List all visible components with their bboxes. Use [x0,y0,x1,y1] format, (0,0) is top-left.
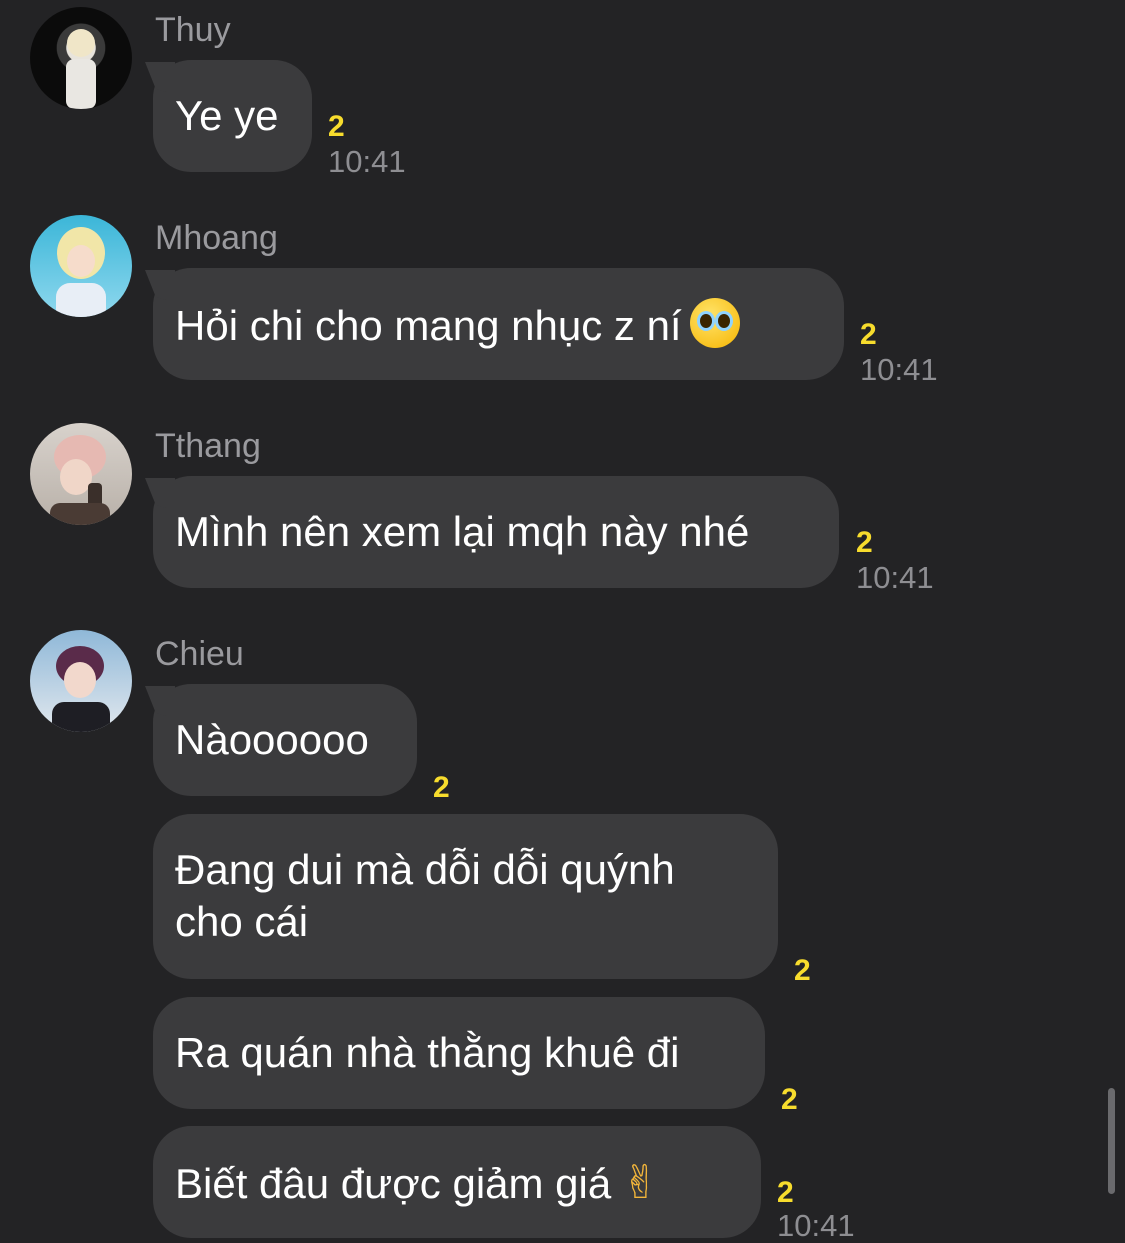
read-count: 2 [781,1083,798,1116]
message-text: Biết đâu được giảm giá [175,1160,612,1207]
avatar-mhoang-image [56,227,106,317]
read-count: 2 [794,954,811,987]
message-bubble[interactable]: Biết đâu được giảm giá ✌ [153,1126,761,1238]
avatar-chieu-image [52,646,110,732]
message-time: 10:41 [328,144,406,179]
read-count: 2 [777,1176,794,1209]
message-text: Ye ye [175,92,279,139]
sender-name: Thuy [155,11,231,49]
read-count: 2 [433,771,450,804]
message-bubble[interactable]: Đang dui mà dỗi dỗi quýnh cho cái [153,814,778,979]
read-count: 2 [328,110,345,143]
message-bubble[interactable]: Hỏi chi cho mang nhục z ní [153,268,844,380]
sender-name: Mhoang [155,219,278,257]
sender-name: Tthang [155,427,261,465]
message-time: 10:41 [777,1208,855,1243]
avatar-chieu[interactable] [30,630,132,732]
scrollbar[interactable] [1108,1088,1115,1194]
message-time: 10:41 [856,560,934,595]
crossed-fingers-emoji: ✌ [621,1156,660,1208]
avatar-tthang[interactable] [30,423,132,525]
avatar-tthang-image [50,435,110,525]
message-text-line: cho cái [175,898,309,945]
avatar-thuy-image [66,29,96,109]
pleading-face-emoji [689,298,740,348]
read-count: 2 [856,526,873,559]
avatar-mhoang[interactable] [30,215,132,317]
message-text-line: Đang dui mà dỗi dỗi quýnh [175,846,675,893]
message-time: 10:41 [860,352,938,387]
message-bubble[interactable]: Ra quán nhà thằng khuê đi [153,997,765,1109]
message-bubble[interactable]: Mình nên xem lại mqh này nhé [153,476,839,588]
message-bubble[interactable]: Ye ye [153,60,312,172]
message-text: Hỏi chi cho mang nhục z ní [175,302,682,349]
message-text: Ra quán nhà thằng khuê đi [175,1029,680,1076]
sender-name: Chieu [155,635,244,673]
read-count: 2 [860,318,877,351]
avatar-thuy[interactable] [30,7,132,109]
message-text: Nàoooooo [175,716,369,763]
message-text: Mình nên xem lại mqh này nhé [175,508,750,555]
message-bubble[interactable]: Nàoooooo [153,684,417,796]
